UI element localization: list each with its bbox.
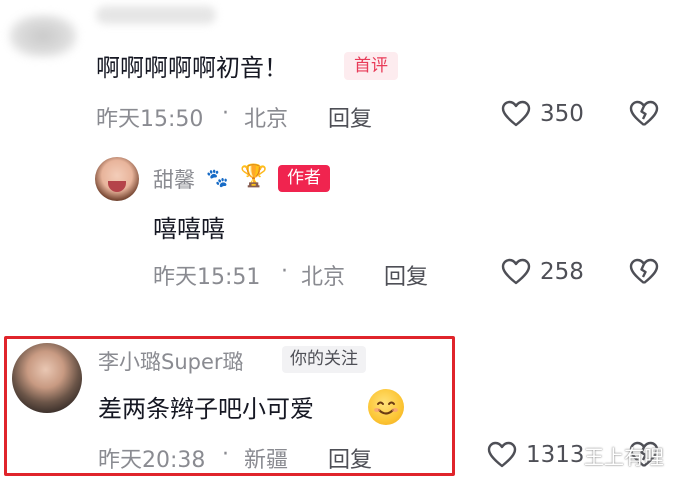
username[interactable]: 甜馨: [153, 164, 195, 194]
meta-separator: ·: [222, 442, 229, 467]
watermark: 王上有哩: [584, 445, 664, 469]
comment-location: 北京: [301, 265, 346, 290]
like-count: 1313: [526, 442, 585, 468]
smile-emoji-icon: [368, 389, 404, 425]
comment-time: 昨天15:50: [96, 107, 204, 132]
broken-heart-icon[interactable]: [628, 256, 660, 288]
blurred-avatar[interactable]: [8, 14, 78, 58]
reply-button[interactable]: 回复: [328, 101, 372, 133]
following-badge: 你的关注: [282, 346, 366, 373]
comment-location: 北京: [244, 107, 289, 132]
blurred-username[interactable]: [96, 6, 216, 24]
author-badge: 作者: [278, 165, 330, 192]
trophy-icon: 🏆: [240, 164, 268, 189]
heart-outline-icon[interactable]: [486, 439, 518, 471]
comment-text: 差两条辫子吧小可爱: [98, 395, 314, 423]
avatar[interactable]: [12, 343, 82, 413]
heart-outline-icon[interactable]: [500, 256, 532, 288]
meta-separator: ·: [281, 259, 288, 284]
comment-location: 新疆: [244, 448, 289, 473]
comment-text: 啊啊啊啊啊初音！: [96, 54, 288, 82]
broken-heart-icon[interactable]: [628, 98, 660, 130]
comment-time: 昨天15:51: [153, 265, 261, 290]
first-comment-badge: 首评: [344, 52, 398, 80]
username[interactable]: 李小璐Super璐: [98, 346, 244, 376]
like-count: 258: [540, 259, 584, 285]
comment-time: 昨天20:38: [98, 448, 206, 473]
reply-button[interactable]: 回复: [384, 259, 428, 291]
comment-text: 嘻嘻嘻: [153, 215, 225, 243]
comment-thread: 啊啊啊啊啊初音！ 首评 昨天15:50 · 北京 回复 350 甜馨 🐾 🏆 作…: [0, 0, 684, 479]
heart-outline-icon[interactable]: [500, 98, 532, 130]
meta-separator: ·: [222, 101, 229, 126]
paw-icon: 🐾: [206, 168, 229, 189]
reply-button[interactable]: 回复: [328, 442, 372, 474]
avatar[interactable]: [95, 157, 139, 201]
like-count: 350: [540, 101, 584, 127]
